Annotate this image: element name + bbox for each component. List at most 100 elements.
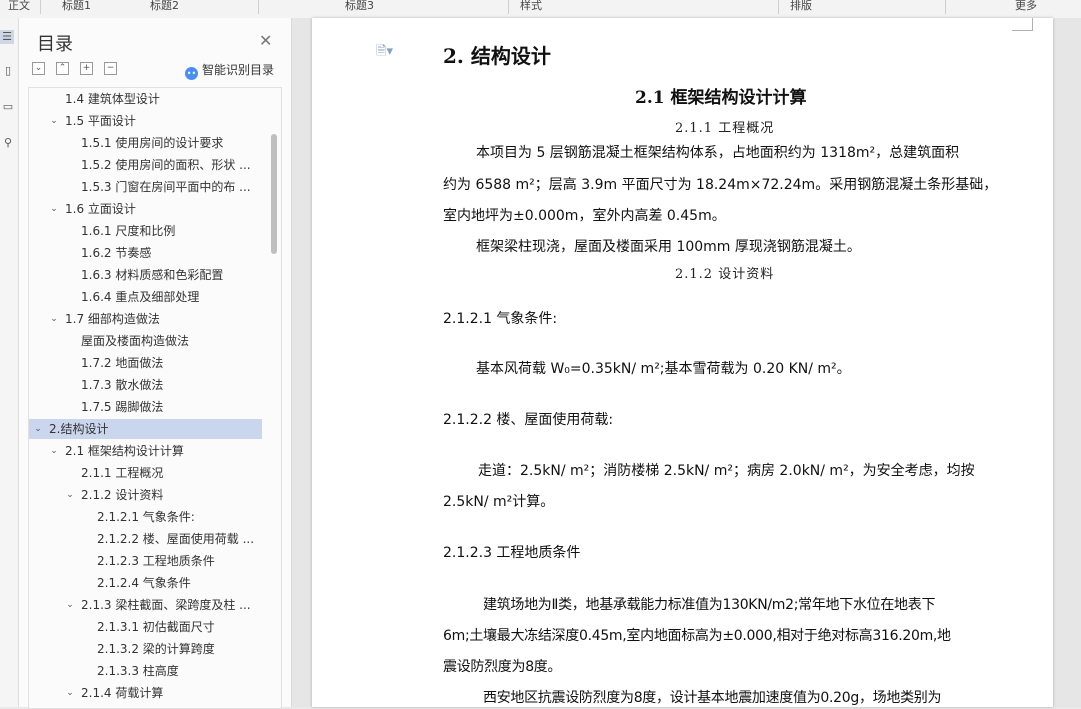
- toc-item[interactable]: 1.7.2 地面做法: [29, 353, 262, 373]
- paragraph-line: 震设防烈度为8度。: [443, 659, 562, 675]
- chevron-down-icon[interactable]: ⌄: [49, 309, 59, 329]
- toc-item-label: 1.4 建筑体型设计: [65, 92, 160, 106]
- add-heading-icon[interactable]: +: [80, 62, 93, 75]
- document-page[interactable]: 🗎▾ 2. 结构设计 2.1 框架结构设计计算 2.1.1 工程概况 本项目为 …: [312, 18, 1053, 707]
- toc-item[interactable]: 1.7.5 踢脚做法: [29, 397, 262, 417]
- toc-item-label: 1.7 细部构造做法: [65, 312, 160, 326]
- chevron-down-icon[interactable]: ⌄: [33, 419, 43, 439]
- toc-item-label: 2.1.3.3 柱高度: [97, 664, 179, 678]
- subsection-title: 2.1.1 工程概况: [675, 121, 775, 136]
- toc-item[interactable]: ⌄ 2.1 框架结构设计计算: [29, 441, 262, 461]
- toc-item-label: 1.6.2 节奏感: [81, 246, 152, 260]
- paragraph-line: 建筑场地为Ⅱ类，地基承载能力标准值为130KN/m2;常年地下水位在地表下: [483, 597, 936, 613]
- chevron-down-icon[interactable]: ⌄: [65, 595, 75, 615]
- toc-item[interactable]: 1.5.1 使用房间的设计要求: [29, 133, 262, 153]
- toc-item[interactable]: ⌄ 1.6 立面设计: [29, 199, 262, 219]
- paragraph-line: 走道：2.5kN/ m²；消防楼梯 2.5kN/ m²；病房 2.0kN/ m²…: [478, 463, 975, 479]
- paragraph-line: 6m;土壤最大冻结深度0.45m,室内地面标高为±0.000,相对于绝对标高31…: [443, 628, 951, 644]
- toc-item-label: 2.1.1 工程概况: [81, 466, 164, 480]
- toc-item-label: 2.1.2.4 气象条件: [97, 576, 191, 590]
- chevron-down-icon[interactable]: ⌄: [65, 683, 75, 703]
- paragraph-line: 2.5kN/ m²计算。: [443, 494, 555, 510]
- toc-item[interactable]: 2.1.3.1 初估截面尺寸: [29, 617, 262, 637]
- toc-item[interactable]: 1.5.3 门窗在房间平面中的布 ...: [29, 177, 262, 197]
- chapter-title: 2. 结构设计: [443, 44, 551, 68]
- toolbar-divider: [945, 0, 946, 14]
- toc-item[interactable]: 2.1.3.3 柱高度: [29, 661, 262, 681]
- toc-tree: 1.4 建筑体型设计 ⌄ 1.5 平面设计 1.5.1 使用房间的设计要求 1.5.2 …: [28, 87, 282, 709]
- toc-item[interactable]: 2.1.2.2 楼、屋面使用荷载 ...: [29, 529, 262, 549]
- toc-item[interactable]: 屋面及楼面构造做法: [29, 331, 262, 351]
- toolbar-divider: [508, 0, 509, 14]
- chevron-down-icon[interactable]: ⌄: [49, 199, 59, 219]
- chevron-down-icon[interactable]: ⌄: [49, 111, 59, 131]
- page-thumbnail-icon[interactable]: ▭: [2, 100, 14, 114]
- toc-item-label: 屋面及楼面构造做法: [81, 334, 190, 348]
- toc-item[interactable]: 2.1.1 工程概况: [29, 463, 262, 483]
- close-icon[interactable]: ✕: [259, 31, 272, 50]
- toolbar-item[interactable]: 标题3: [345, 0, 374, 13]
- toc-title: 目录: [37, 34, 73, 55]
- toc-item[interactable]: 1.5.2 使用房间的面积、形状 ...: [29, 155, 262, 175]
- toc-item-label: 2.1.2.1 气象条件:: [97, 510, 195, 524]
- toolbar-item[interactable]: 正文: [8, 0, 30, 13]
- toc-item-label: 2.1.3.2 梁的计算跨度: [97, 642, 215, 656]
- toc-panel-icon[interactable]: ☰: [0, 30, 14, 44]
- collapse-all-icon[interactable]: ⌄: [32, 62, 45, 75]
- bookmark-icon[interactable]: ▯: [2, 64, 14, 78]
- toc-item-label: 1.7.5 踢脚做法: [81, 400, 164, 414]
- smart-toc-icon: ••: [185, 67, 198, 80]
- toolbar-divider: [40, 0, 41, 14]
- toc-item[interactable]: 2.1.2.1 气象条件:: [29, 507, 262, 527]
- toc-item[interactable]: ⌄ 1.5 平面设计: [29, 111, 262, 131]
- heading-2121: 2.1.2.1 气象条件:: [443, 311, 558, 327]
- toc-item-label: 1.5.1 使用房间的设计要求: [81, 136, 224, 150]
- page-corner-mark: [1012, 18, 1033, 31]
- toc-item-label: 2.1.2 设计资料: [81, 488, 164, 502]
- toc-item[interactable]: ⌄ 2.1.2 设计资料: [29, 485, 262, 505]
- toc-item[interactable]: 1.7.3 散水做法: [29, 375, 262, 395]
- toc-item-label: 1.7.3 散水做法: [81, 378, 164, 392]
- toc-item-label: 1.7.2 地面做法: [81, 356, 164, 370]
- chevron-down-icon[interactable]: ⌄: [49, 441, 59, 461]
- toc-item-label: 2.1 框架结构设计计算: [65, 444, 184, 458]
- toc-item[interactable]: 1.4 建筑体型设计: [29, 89, 262, 109]
- toc-item[interactable]: ⌄ 1.7 细部构造做法: [29, 309, 262, 329]
- toc-item[interactable]: ⌄ 2.结构设计: [29, 419, 262, 439]
- toc-item[interactable]: 1.6.1 尺度和比例: [29, 221, 262, 241]
- document-outline-icon[interactable]: 🗎▾: [376, 42, 393, 64]
- toc-item[interactable]: 2.1.2.4 气象条件: [29, 573, 262, 593]
- toc-item[interactable]: 1.6.4 重点及细部处理: [29, 287, 262, 307]
- section-title: 2.1 框架结构设计计算: [635, 88, 807, 108]
- paragraph-line: 本项目为 5 层钢筋混凝土框架结构体系，占地面积约为 1318m²，总建筑面积: [476, 145, 960, 161]
- toc-item[interactable]: ⌄ 2.1.4 荷载计算: [29, 683, 262, 703]
- toc-item-label: 2.1.3.1 初估截面尺寸: [97, 620, 215, 634]
- toolbar-item[interactable]: 标题2: [150, 0, 179, 13]
- expand-up-icon[interactable]: ⌃: [56, 62, 69, 75]
- toc-item[interactable]: 2.1.3.2 梁的计算跨度: [29, 639, 262, 659]
- toc-item-label: 1.6.3 材料质感和色彩配置: [81, 268, 224, 282]
- remove-heading-icon[interactable]: −: [104, 62, 117, 75]
- toc-item[interactable]: 2.1.2.3 工程地质条件: [29, 551, 262, 571]
- paragraph-line: 框架梁柱现浇，屋面及楼面采用 100mm 厚现浇钢筋混凝土。: [476, 239, 861, 255]
- paragraph-line: 西安地区抗震设防烈度为8度，设计基本地震加速度值为0.20g，场地类别为: [483, 690, 942, 706]
- toc-item-label: 2.1.2.2 楼、屋面使用荷载 ...: [97, 532, 255, 546]
- toc-item-label: 2.1.4 荷载计算: [81, 686, 164, 700]
- toolbar-item[interactable]: 排版: [790, 0, 812, 13]
- toc-item-label: 2.结构设计: [49, 422, 109, 436]
- search-icon[interactable]: ⚲: [2, 136, 14, 150]
- toc-item[interactable]: 1.6.3 材料质感和色彩配置: [29, 265, 262, 285]
- toc-item-label: 1.5 平面设计: [65, 114, 136, 128]
- toc-scrollbar[interactable]: [271, 134, 277, 254]
- toc-item-label: 1.5.3 门窗在房间平面中的布 ...: [81, 180, 251, 194]
- toolbar-item[interactable]: 标题1: [62, 0, 91, 13]
- toc-item-label: 1.6.4 重点及细部处理: [81, 290, 200, 304]
- smart-toc-button[interactable]: •• 智能识别目录: [185, 61, 274, 80]
- toc-item[interactable]: 1.6.2 节奏感: [29, 243, 262, 263]
- toc-item[interactable]: ⌄ 2.1.3 梁柱截面、梁跨度及柱 ...: [29, 595, 262, 615]
- heading-2123: 2.1.2.3 工程地质条件: [443, 545, 581, 561]
- subsection-title: 2.1.2 设计资料: [675, 267, 775, 282]
- toolbar-item[interactable]: 更多: [1015, 0, 1037, 13]
- chevron-down-icon[interactable]: ⌄: [65, 485, 75, 505]
- toolbar-item[interactable]: 样式: [520, 0, 542, 13]
